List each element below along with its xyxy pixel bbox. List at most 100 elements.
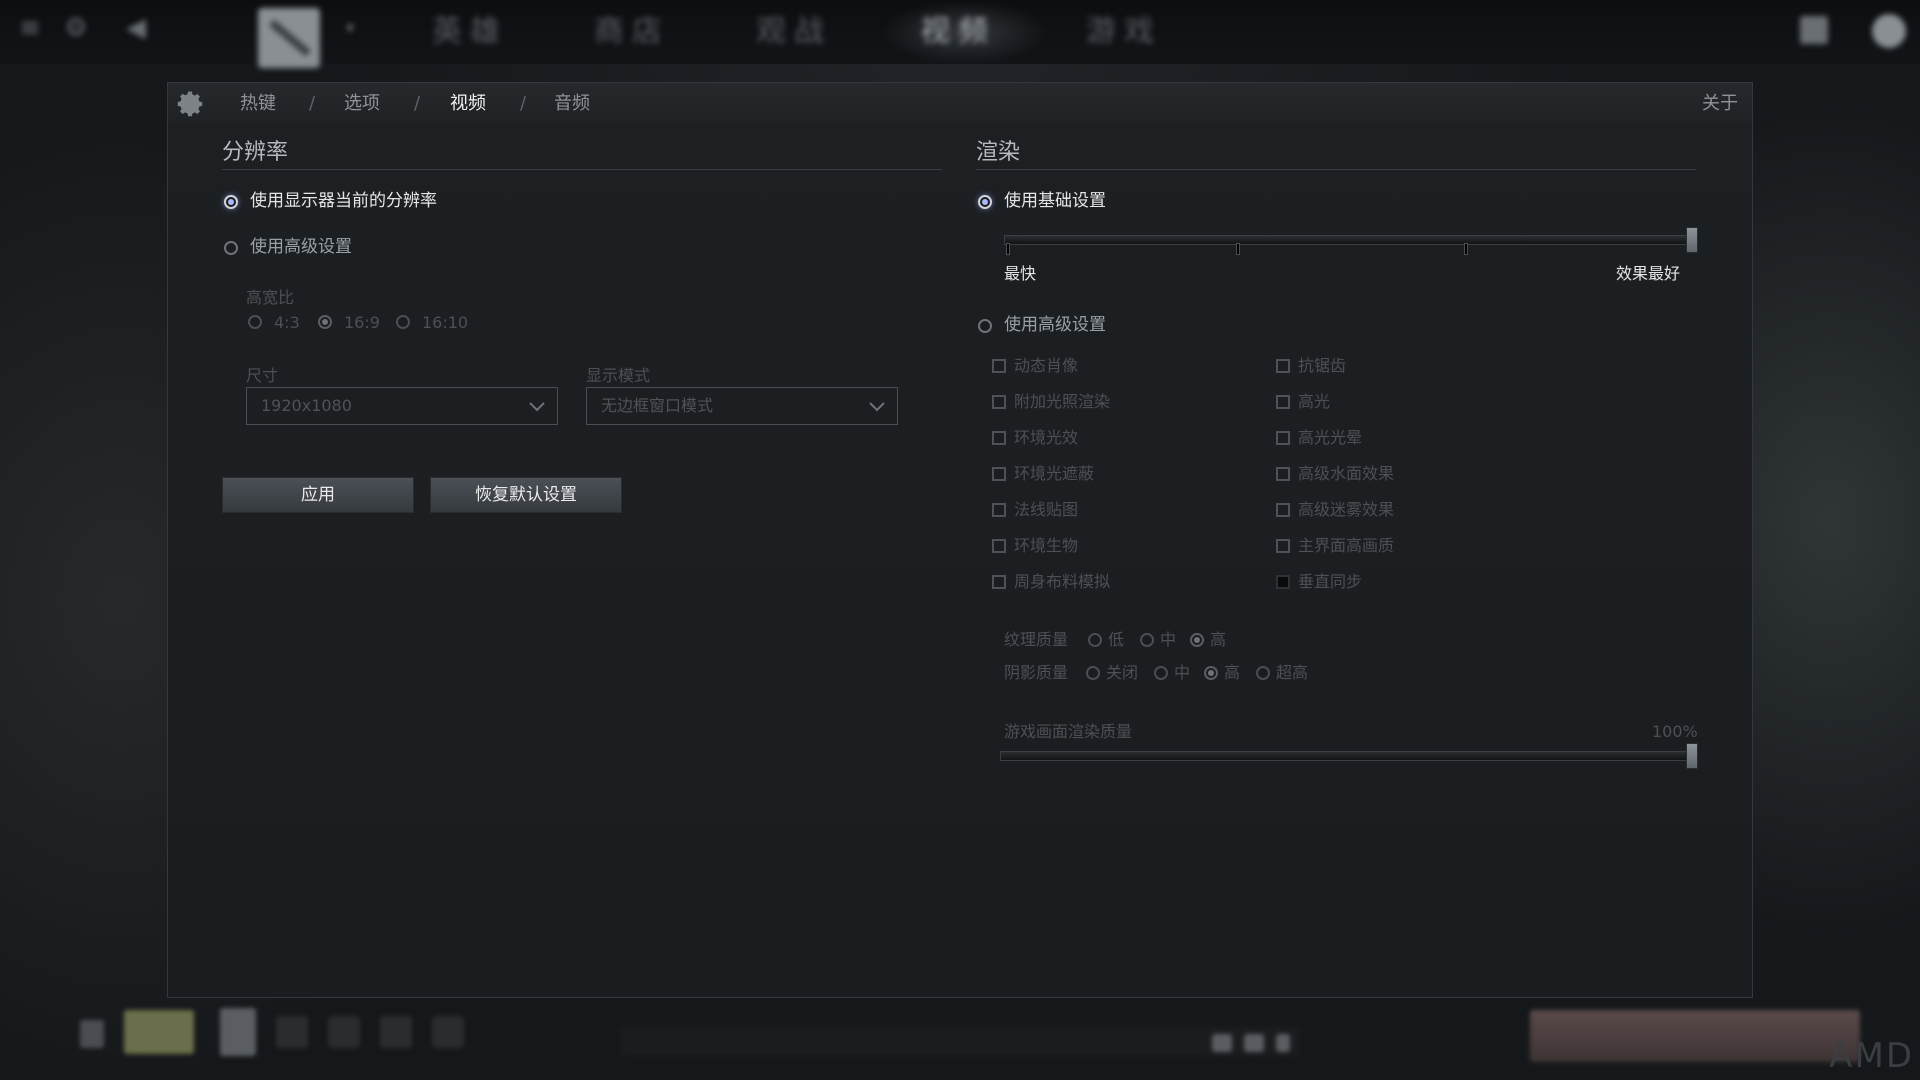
friends-icon[interactable] (80, 1020, 104, 1048)
normal-maps-label: 法线贴图 (1014, 500, 1079, 519)
news-icon[interactable] (1800, 16, 1828, 44)
party-icon[interactable] (124, 1010, 194, 1054)
help-icon[interactable] (1276, 1034, 1290, 1052)
texture-medium-label: 中 (1160, 630, 1177, 649)
checkbox-anti-aliasing[interactable] (1276, 359, 1290, 373)
party-slot[interactable] (380, 1016, 412, 1048)
breadcrumb-audio[interactable]: 音频 (554, 93, 590, 115)
additional-lighting-label: 附加光照渲染 (1014, 392, 1111, 411)
reset-defaults-button[interactable]: 恢复默认设置 (430, 477, 622, 513)
checkbox-high-quality-dashboard[interactable] (1276, 539, 1290, 553)
tab-store[interactable]: 商店 (594, 14, 670, 50)
specular-label: 高光 (1298, 392, 1331, 411)
breadcrumb-options[interactable]: 选项 (344, 93, 380, 115)
back-icon[interactable]: ◀ (122, 14, 150, 42)
play-button[interactable] (1530, 1010, 1860, 1062)
checkbox-normal-maps[interactable] (992, 503, 1006, 517)
render-quality-label: 游戏画面渲染质量 (1004, 722, 1133, 741)
slider-tick (1006, 243, 1010, 255)
tab-heroes[interactable]: 英雄 (432, 14, 508, 50)
avatar[interactable] (220, 1008, 256, 1056)
profile-avatar[interactable] (1872, 14, 1906, 48)
vsync-label: 垂直同步 (1298, 572, 1363, 591)
radio-texture-low[interactable] (1088, 633, 1102, 647)
shadow-ultra-label: 超高 (1276, 663, 1309, 682)
basic-slider-handle[interactable] (1686, 227, 1698, 253)
size-select[interactable]: 1920x1080 (246, 387, 558, 425)
checkbox-high-quality-fog[interactable] (1276, 503, 1290, 517)
checkbox-bloom[interactable] (1276, 431, 1290, 445)
tab-video[interactable]: 视频 (920, 14, 996, 50)
radio-display-resolution[interactable] (224, 195, 238, 209)
high-quality-water-label: 高级水面效果 (1298, 464, 1395, 483)
render-quality-value: 100% (1652, 722, 1698, 741)
display-mode-select[interactable]: 无边框窗口模式 (586, 387, 898, 425)
radio-texture-high[interactable] (1190, 633, 1204, 647)
chevron-down-icon (529, 402, 545, 412)
size-label: 尺寸 (246, 366, 279, 385)
settings-header: 热键 / 选项 / 视频 / 音频 关于 (168, 83, 1752, 123)
chevron-down-icon (869, 402, 885, 412)
texture-quality-label: 纹理质量 (1004, 630, 1069, 649)
slider-tick (1464, 243, 1468, 255)
checkbox-specular[interactable] (1276, 395, 1290, 409)
chat-icon[interactable] (1244, 1034, 1264, 1052)
radio-advanced-resolution[interactable] (224, 241, 238, 255)
shadow-off-label: 关闭 (1106, 663, 1139, 682)
radio-shadow-high[interactable] (1204, 666, 1218, 680)
display-mode-select-value: 无边框窗口模式 (601, 396, 714, 415)
render-quality-slider-handle[interactable] (1686, 743, 1698, 769)
checkbox-ambient-creatures[interactable] (992, 539, 1006, 553)
slider-tick (1236, 243, 1240, 255)
top-nav: ≡ ⚙ ◀ ▾ 英雄 商店 观战 视频 游戏 (0, 0, 1920, 68)
radio-texture-medium[interactable] (1140, 633, 1154, 647)
resolution-divider (222, 169, 942, 170)
radio-shadow-ultra[interactable] (1256, 666, 1270, 680)
checkbox-vsync[interactable] (1276, 575, 1290, 589)
aspect-ratio-label: 高宽比 (246, 288, 295, 307)
checkbox-ambient-light[interactable] (992, 431, 1006, 445)
radio-aspect-16-10[interactable] (396, 315, 410, 329)
settings-icon[interactable]: ⚙ (62, 14, 90, 42)
amd-watermark: AMD (1829, 1036, 1914, 1076)
checkbox-cloth-simulation[interactable] (992, 575, 1006, 589)
checkbox-ambient-occlusion[interactable] (992, 467, 1006, 481)
chat-icon[interactable] (1212, 1034, 1232, 1052)
radio-shadow-off[interactable] (1086, 666, 1100, 680)
breadcrumb-video[interactable]: 视频 (450, 93, 486, 115)
menu-icon[interactable]: ≡ (16, 14, 44, 42)
size-select-value: 1920x1080 (261, 396, 352, 415)
bloom-label: 高光光晕 (1298, 428, 1363, 447)
party-slot[interactable] (328, 1016, 360, 1048)
texture-high-label: 高 (1210, 630, 1227, 649)
about-link[interactable]: 关于 (1702, 93, 1738, 115)
checkbox-high-quality-water[interactable] (1276, 467, 1290, 481)
render-quality-slider-track[interactable] (1000, 751, 1698, 761)
breadcrumb-separator: / (414, 93, 421, 114)
radio-aspect-16-9[interactable] (318, 315, 332, 329)
app-root: ≡ ⚙ ◀ ▾ 英雄 商店 观战 视频 游戏 热键 / 选项 / 视频 / 音频… (0, 0, 1920, 1080)
checkbox-additional-lighting[interactable] (992, 395, 1006, 409)
chevron-down-icon: ▾ (345, 18, 355, 37)
advanced-render-label: 使用高级设置 (1004, 315, 1106, 335)
breadcrumb-hotkeys[interactable]: 热键 (240, 93, 276, 115)
chat-bar[interactable] (620, 1026, 1300, 1056)
tab-play[interactable]: 游戏 (1086, 14, 1162, 50)
dota-logo-icon[interactable] (258, 8, 320, 68)
high-quality-fog-label: 高级迷雾效果 (1298, 500, 1395, 519)
radio-advanced-render[interactable] (978, 319, 992, 333)
cloth-simulation-label: 周身布料模拟 (1014, 572, 1111, 591)
checkbox-animated-portraits[interactable] (992, 359, 1006, 373)
tab-watch[interactable]: 观战 (756, 14, 832, 50)
radio-basic-render[interactable] (978, 195, 992, 209)
radio-aspect-4-3[interactable] (248, 315, 262, 329)
party-slot[interactable] (276, 1016, 308, 1048)
apply-button[interactable]: 应用 (222, 477, 414, 513)
ambient-occlusion-label: 环境光遮蔽 (1014, 464, 1095, 483)
basic-slider-track[interactable] (1004, 235, 1698, 245)
display-resolution-label: 使用显示器当前的分辨率 (250, 191, 437, 211)
high-quality-dashboard-label: 主界面高画质 (1298, 536, 1395, 555)
aspect-16-10-label: 16:10 (422, 313, 469, 332)
party-slot[interactable] (432, 1016, 464, 1048)
radio-shadow-medium[interactable] (1154, 666, 1168, 680)
